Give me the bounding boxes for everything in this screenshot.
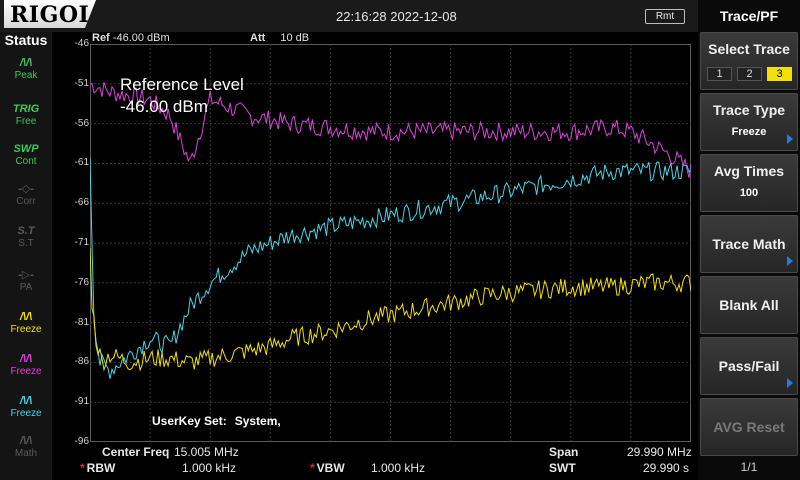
submenu-arrow-icon [787,378,793,388]
status-item-peak: /\/\ Peak [8,56,44,86]
status-item-label: PA [19,282,33,293]
vbw-manual-marker: * [310,461,315,475]
attenuation-readout: Att 10 dB [250,32,309,44]
y-tick-label: -91 [74,396,89,408]
status-item-label: Corr [16,196,36,207]
status-item-label: Free [15,116,37,127]
trace-math-key[interactable]: Trace Math [700,215,798,273]
pass-fail-label: Pass/Fail [718,358,780,374]
st-icon: S.T [17,225,35,237]
title-bar: RIGOL 22:16:28 2022-12-08 Rmt [0,0,698,32]
trace-type-value: Freeze [731,126,767,138]
status-item-corr: -◇- Corr [8,182,44,212]
avg-reset-label: AVG Reset [713,419,785,435]
status-item-label: Freeze [10,366,42,377]
sweep-icon: SWP [13,143,39,155]
status-item-label: Math [14,448,38,459]
swt-value: 29.990 s [643,461,690,475]
trace-option-2[interactable]: 2 [737,67,762,81]
submenu-arrow-icon [787,256,793,266]
trace-option-3[interactable]: 3 [767,67,792,81]
y-tick-label: -46 [74,38,89,49]
blank-all-label: Blank All [719,297,779,313]
trig-icon: TRIG [12,103,40,115]
status-item-cont: SWP Cont [8,142,44,172]
userkey-set: UserKey Set: System, [152,414,281,428]
reference-level-overlay: Reference Level -46.00 dBm [120,74,244,118]
status-item-math: /\/\ Math [8,434,44,464]
ref-value: -46.00 dBm [112,32,170,44]
status-item-label: Freeze [10,324,42,335]
peak-icon: /\/\ [19,57,33,69]
status-panel: Status /\/\ Peak TRIG Free SWP Cont -◇- Corr S.T… [0,32,52,480]
status-item-freeze: /\/\ Freeze [8,352,44,382]
math-icon: /\/\ [19,435,33,447]
trace2-icon: /\/\ [19,353,33,365]
pa-icon: -▷- [18,269,34,281]
avg-times-key[interactable]: Avg Times 100 [700,154,798,212]
y-tick-label: -56 [74,117,89,129]
y-tick-label: -86 [74,356,89,368]
status-item-label: Freeze [10,408,42,419]
pass-fail-key[interactable]: Pass/Fail [700,337,798,395]
trace1-icon: /\/\ [19,311,33,323]
status-title: Status [4,32,48,48]
att-value: 10 dB [280,32,310,44]
submenu-arrow-icon [787,134,793,144]
center-freq-label: Center Freq [102,445,170,459]
status-item-label: Peak [14,70,38,81]
ref-level-readout: Ref -46.00 dBm [92,32,170,44]
y-tick-label: -51 [74,77,89,89]
center-freq-value: 15.005 MHz [174,445,239,459]
trace-type-label: Trace Type [712,102,786,118]
date-time: 22:16:28 2022-12-08 [336,9,457,24]
avg-times-value: 100 [739,187,759,199]
trace3-icon: /\/\ [19,395,33,407]
swt-label: SWT [549,461,576,475]
status-item-free: TRIG Free [8,102,44,132]
userkey-label: UserKey Set: [152,414,227,428]
att-label: Att [250,32,266,44]
status-item-freeze: /\/\ Freeze [8,394,44,424]
status-item-pa: -▷- PA [8,268,44,298]
y-tick-label: -76 [74,276,89,288]
vbw-readout: * VBW [310,461,345,475]
rbw-readout: * RBW [80,461,115,475]
ref-overlay-value: -46.00 dBm [120,97,208,116]
status-item-freeze: /\/\ Freeze [8,310,44,340]
userkey-value: System, [234,414,281,428]
span-value: 29.990 MHz [627,445,692,459]
y-tick-label: -96 [74,436,89,447]
corr-icon: -◇- [18,183,34,195]
avg-times-label: Avg Times [713,163,785,179]
y-tick-label: -81 [74,316,89,328]
menu-title: Trace/PF [719,8,779,24]
status-item-s-t: S.T S.T [8,224,44,254]
trace-math-label: Trace Math [712,236,786,252]
rbw-label: RBW [86,461,116,475]
y-tick-label: -66 [74,197,89,209]
rbw-manual-marker: * [80,461,85,475]
vbw-value: 1.000 kHz [371,461,426,475]
select-trace-key[interactable]: Select Trace 1 2 3 [700,32,798,90]
blank-all-key[interactable]: Blank All [700,276,798,334]
menu-page-number: 1/1 [740,460,758,474]
y-tick-label: -71 [74,237,89,248]
status-item-label: Cont [15,156,37,167]
rbw-value: 1.000 kHz [182,461,237,475]
ref-label: Ref [92,32,110,44]
rigol-logo: RIGOL [4,0,96,28]
avg-reset-key[interactable]: AVG Reset [700,398,798,456]
remote-badge: Rmt [645,9,685,24]
y-tick-label: -61 [74,157,89,169]
select-trace-label: Select Trace [708,41,790,57]
ref-overlay-title: Reference Level [120,75,244,94]
trace-type-key[interactable]: Trace Type Freeze [700,93,798,151]
trace-option-1[interactable]: 1 [707,67,732,81]
status-item-label: S.T [18,238,34,249]
span-label: Span [549,445,579,459]
vbw-label: VBW [316,461,345,475]
softkey-menu: Trace/PF Select Trace 1 2 3 Trace Type F… [698,0,800,480]
